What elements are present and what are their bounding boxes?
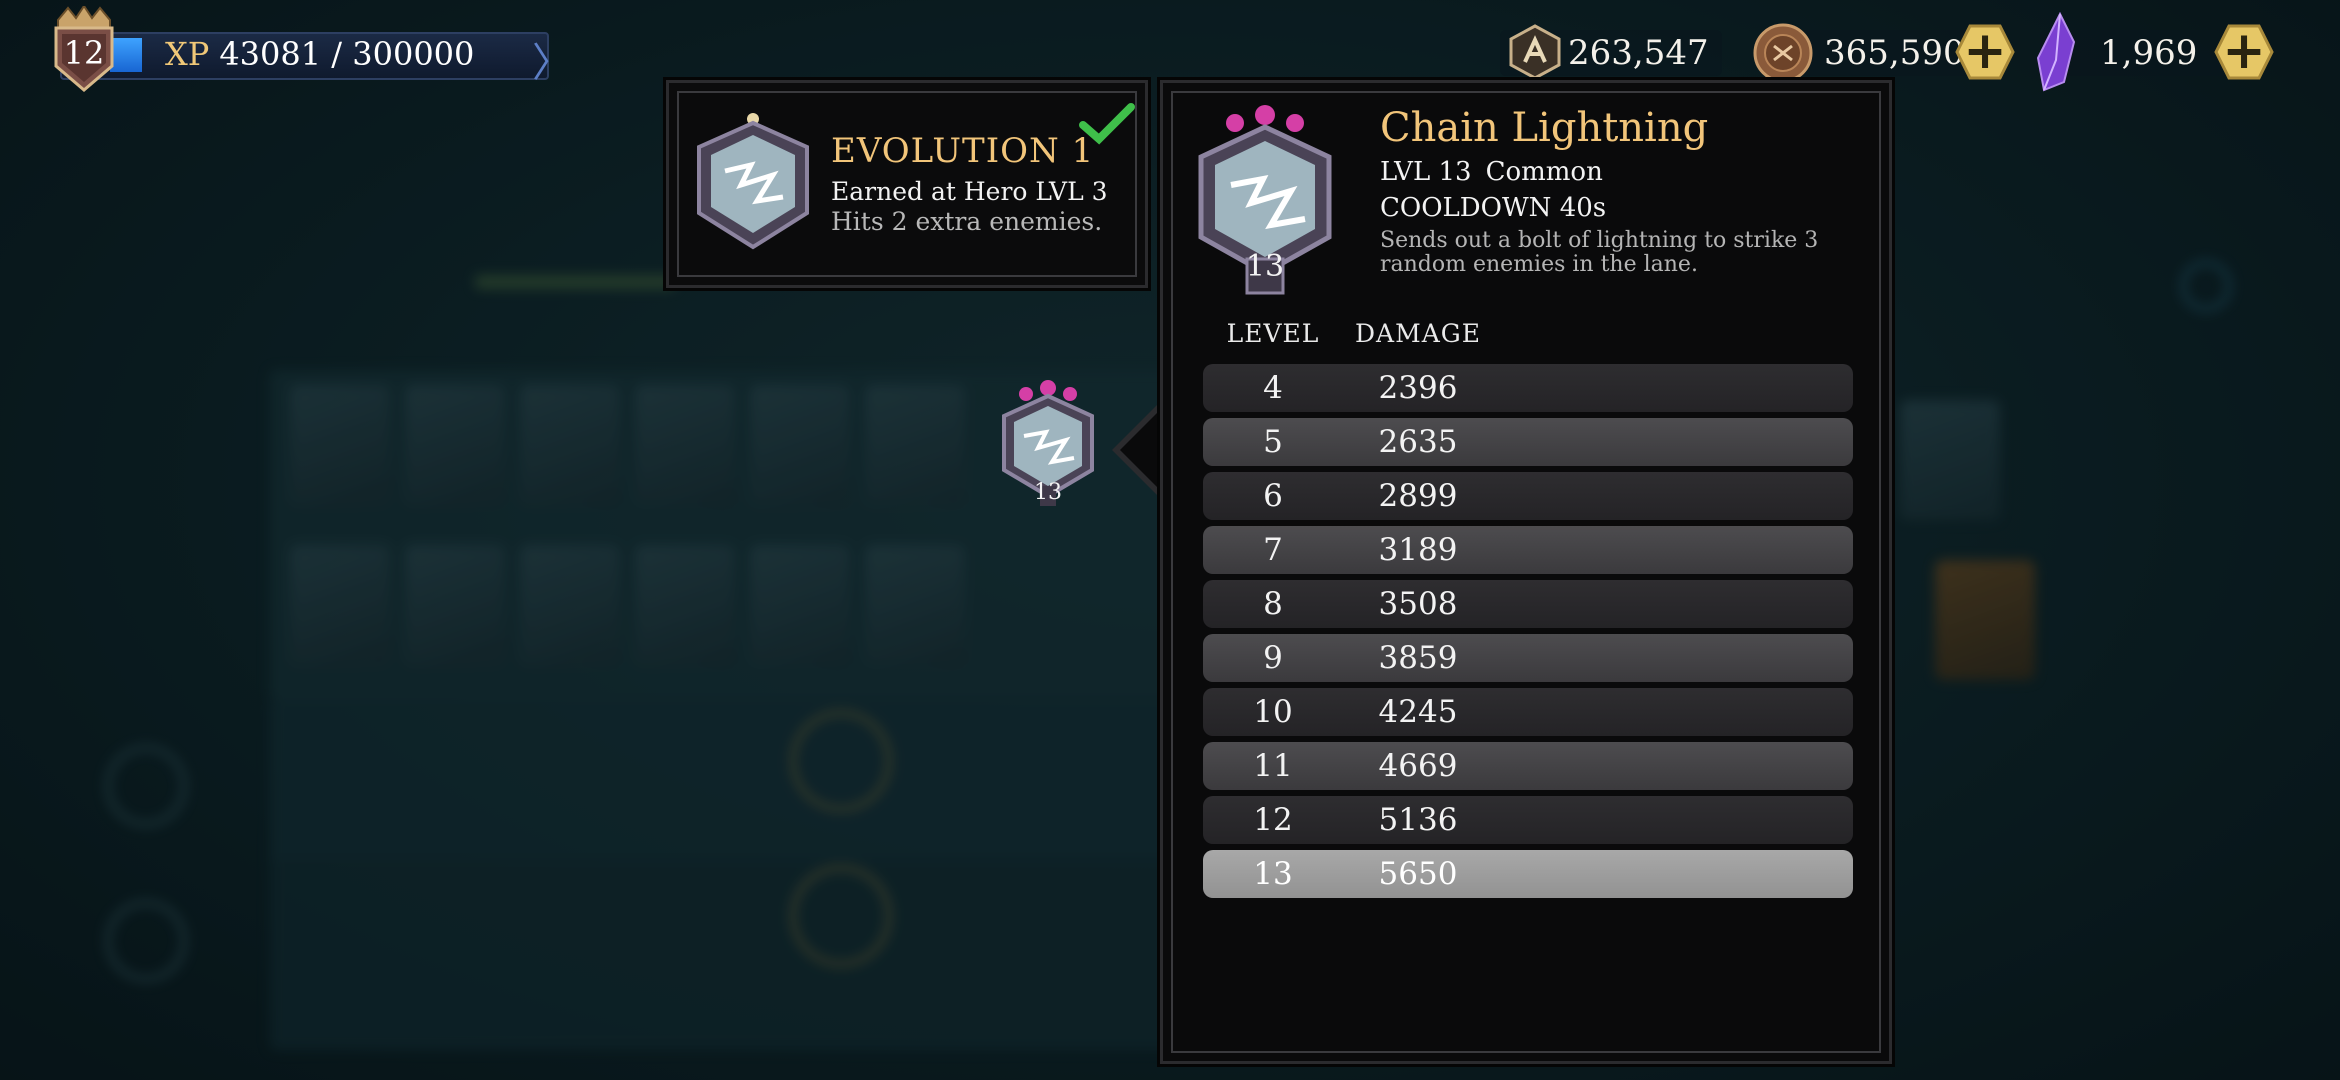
row-level: 7 (1263, 532, 1283, 568)
table-header-damage: DAMAGE (1355, 319, 1481, 348)
row-damage: 5136 (1378, 802, 1458, 838)
skill-cooldown: COOLDOWN 40s (1380, 193, 1607, 223)
row-level: 5 (1263, 424, 1283, 460)
table-row: 7 3189 (1203, 523, 1853, 577)
evolution-title: EVOLUTION 1 (831, 131, 1095, 171)
chevron-right-icon: 〉 (532, 40, 572, 86)
table-row: 5 2635 (1203, 415, 1853, 469)
evolution-requirement: Earned at Hero LVL 3 (831, 177, 1108, 206)
damage-table: 4 2396 5 2635 6 2899 7 3189 8 3508 9 3859 10 42… (1203, 361, 1853, 901)
table-row-selected: 13 5650 (1203, 847, 1853, 901)
table-row: 10 4245 (1203, 685, 1853, 739)
skill-description: Sends out a bolt of lightning to strike … (1380, 228, 1819, 277)
xp-label: XP (165, 35, 210, 73)
chain-lightning-evolution-icon (697, 113, 809, 250)
table-row: 9 3859 (1203, 631, 1853, 685)
hex-badge-icon (1509, 24, 1561, 80)
plus-icon: + (2222, 21, 2266, 81)
add-coins-button[interactable]: + (1955, 22, 2015, 82)
skill-level-line: LVL 13 Common (1380, 157, 1603, 187)
skill-rarity: Common (1485, 157, 1603, 187)
table-row: 11 4669 (1203, 739, 1853, 793)
mini-skill-level: 13 (1034, 480, 1062, 505)
skill-icon-level: 13 (1245, 249, 1285, 284)
purple-crystal-icon (2036, 12, 2076, 92)
table-row: 8 3508 (1203, 577, 1853, 631)
table-header-level: LEVEL (1226, 319, 1320, 348)
row-damage: 4245 (1378, 694, 1458, 730)
row-damage: 3859 (1378, 640, 1458, 676)
currency-coins-value: 365,590 (1824, 33, 1965, 73)
row-level: 13 (1253, 856, 1293, 892)
player-level: 12 (63, 34, 105, 72)
row-level: 6 (1263, 478, 1283, 514)
row-damage: 3189 (1378, 532, 1458, 568)
skill-detail-popup: 13 Chain Lightning LVL 13 Common COOLDOWN… (1160, 80, 1892, 1064)
evolution-effect: Hits 2 extra enemies. (831, 207, 1103, 236)
row-level: 8 (1263, 586, 1283, 622)
plus-icon: + (1963, 21, 2007, 81)
add-gems-button[interactable]: + (2214, 22, 2274, 82)
row-damage: 5650 (1378, 856, 1458, 892)
row-damage: 3508 (1378, 586, 1458, 622)
skill-name: Chain Lightning (1380, 105, 1709, 151)
row-damage: 2396 (1378, 370, 1458, 406)
row-level: 12 (1253, 802, 1293, 838)
row-level: 10 (1253, 694, 1293, 730)
table-row: 4 2396 (1203, 361, 1853, 415)
xp-value: 43081 / 300000 (219, 35, 475, 73)
table-row: 6 2899 (1203, 469, 1853, 523)
checkmark-icon (1079, 103, 1135, 145)
skill-level: LVL 13 (1380, 157, 1472, 187)
row-damage: 2899 (1378, 478, 1458, 514)
xp-readout: XP 43081 / 300000 (165, 32, 474, 76)
bronze-coin-icon (1753, 23, 1813, 83)
row-damage: 2635 (1378, 424, 1458, 460)
row-level: 11 (1253, 748, 1293, 784)
row-damage: 4669 (1378, 748, 1458, 784)
currency-gems-value: 1,969 (2100, 33, 2198, 73)
evolution-popup: EVOLUTION 1 Earned at Hero LVL 3 Hits 2 … (666, 80, 1148, 288)
row-level: 9 (1263, 640, 1283, 676)
currency-tokens-value: 263,547 (1568, 33, 1709, 73)
row-level: 4 (1263, 370, 1283, 406)
table-row: 12 5136 (1203, 793, 1853, 847)
